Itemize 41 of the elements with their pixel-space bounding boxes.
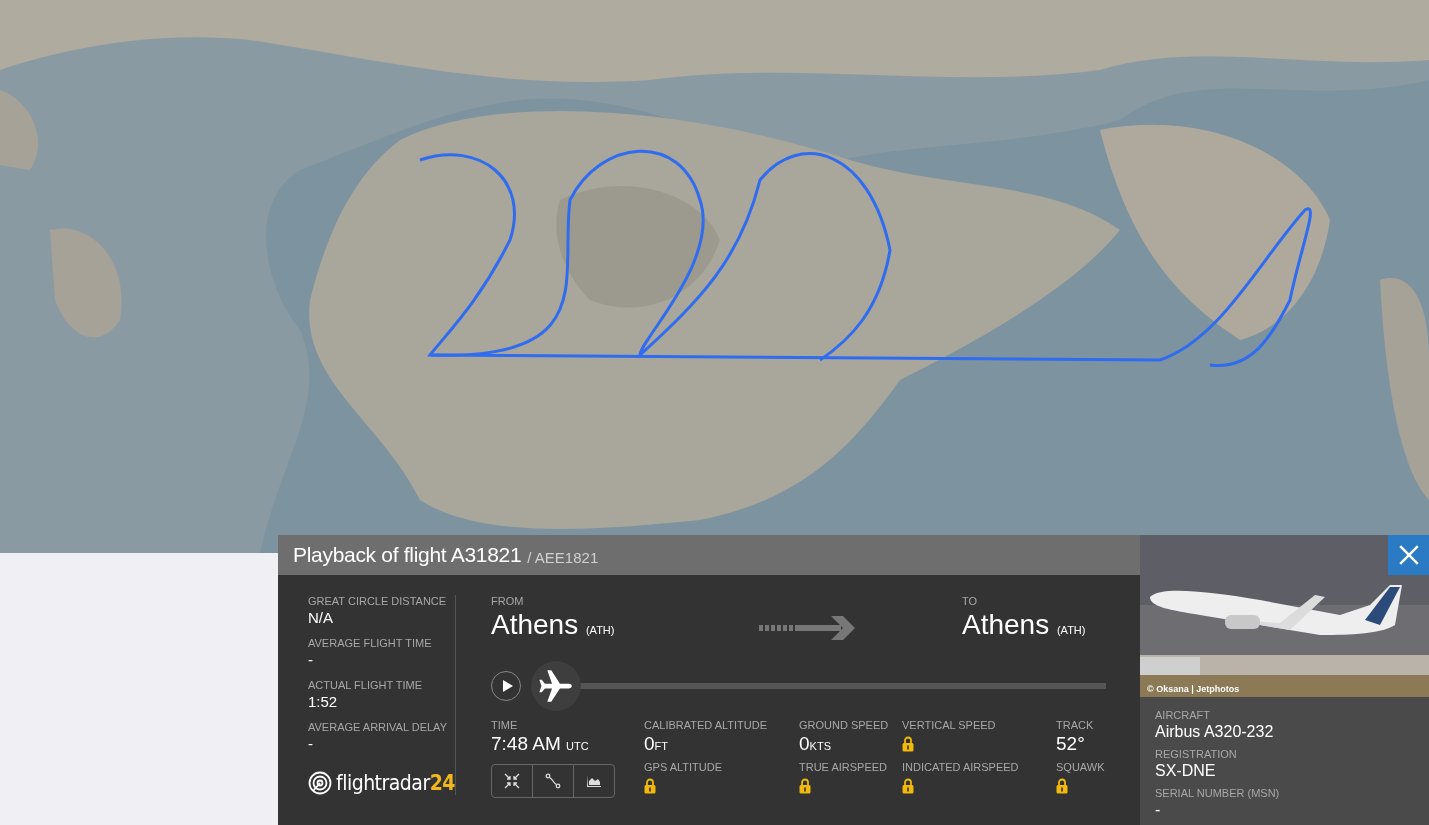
stat-value: 52°	[1056, 732, 1086, 756]
stat-label: AVERAGE FLIGHT TIME	[308, 637, 433, 650]
collapse-icon	[504, 773, 520, 789]
stat-label: INDICATED AIRSPEED	[902, 761, 1020, 774]
stat-value: -	[308, 650, 314, 669]
plane-icon[interactable]	[531, 661, 581, 711]
stat-label: GPS ALTITUDE	[644, 761, 724, 774]
stat-label: AVERAGE ARRIVAL DELAY	[308, 721, 448, 734]
time-value: 7:48 AM UTC	[491, 732, 590, 756]
from-label: FROM	[491, 595, 525, 608]
stat-label: CALIBRATED ALTITUDE	[644, 719, 769, 732]
play-icon	[502, 680, 513, 692]
flight-callsign: / AEE1821	[527, 548, 599, 566]
detail-label: AIRCRAFT	[1155, 709, 1211, 722]
detail-value: -	[1155, 800, 1162, 819]
play-button[interactable]	[491, 671, 521, 701]
detail-label: REGISTRATION	[1155, 748, 1238, 761]
stat-label: SQUAWK	[1056, 761, 1106, 774]
stat-label: GROUND SPEED	[799, 719, 890, 732]
stat-value: 0FT	[644, 732, 670, 756]
arrow-icon	[758, 615, 855, 641]
logo-text: flightradar24	[336, 771, 455, 795]
radar-icon	[308, 771, 332, 795]
detail-value: SX-DNE	[1155, 761, 1217, 780]
stat-label: VERTICAL SPEED	[902, 719, 997, 732]
time-label: TIME	[491, 719, 519, 732]
detail-value: Airbus A320-232	[1155, 722, 1275, 741]
photo-credit: © Oksana | Jetphotos	[1147, 684, 1240, 694]
stat-value: N/A	[308, 608, 334, 627]
to-city: Athens (ATH)	[962, 608, 1087, 642]
stat-label: TRACK	[1056, 719, 1095, 732]
stat-label: TRUE AIRSPEED	[799, 761, 889, 774]
to-label: TO	[962, 595, 979, 608]
stat-label: ACTUAL FLIGHT TIME	[308, 679, 424, 692]
stat-value: 1:52	[308, 692, 339, 711]
stat-label: GREAT CIRCLE DISTANCE	[308, 595, 448, 608]
stat-value: 0KTS	[799, 732, 832, 756]
from-city: Athens (ATH)	[491, 608, 616, 642]
detail-label: SERIAL NUMBER (MSN)	[1155, 787, 1281, 800]
stat-value: -	[308, 734, 314, 753]
route-icon	[545, 773, 561, 789]
